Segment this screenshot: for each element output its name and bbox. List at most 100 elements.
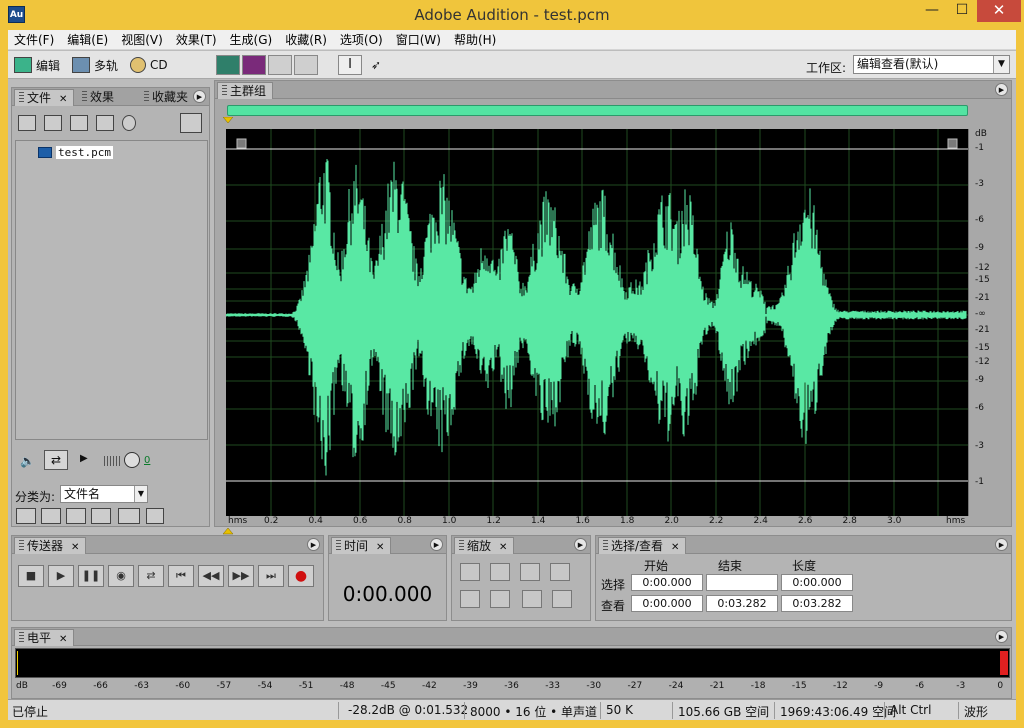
- spectral-phase-icon[interactable]: [294, 55, 318, 75]
- tab-effects[interactable]: 效果: [78, 89, 120, 106]
- zoom-in-vertical-icon[interactable]: [522, 590, 542, 608]
- spectral-display-icon[interactable]: [242, 55, 266, 75]
- loop-icon[interactable]: ⇄: [44, 450, 68, 470]
- zoom-out-horizontal-icon[interactable]: [490, 563, 510, 581]
- filter-extra-icon[interactable]: [146, 508, 164, 524]
- menu-view[interactable]: 视图(V): [121, 31, 163, 48]
- menu-favorites[interactable]: 收藏(R): [285, 31, 327, 48]
- zoom-selection-icon[interactable]: [550, 563, 570, 581]
- selection-start-field[interactable]: 0:00.000: [631, 574, 703, 591]
- close-icon[interactable]: ✕: [499, 542, 507, 553]
- filter-loop-icon[interactable]: [41, 508, 61, 524]
- volume-knob[interactable]: [124, 452, 140, 468]
- spectral-pan-icon[interactable]: [268, 55, 292, 75]
- fade-in-handle-icon[interactable]: [236, 138, 247, 149]
- panel-menu-icon[interactable]: ▶: [995, 538, 1008, 551]
- filter-midi-icon[interactable]: [91, 508, 111, 524]
- play-button[interactable]: ▶: [48, 565, 74, 587]
- close-button[interactable]: ✕: [977, 0, 1021, 22]
- speaker-icon[interactable]: 🔈: [20, 454, 35, 468]
- zoom-right-edge-icon[interactable]: [490, 590, 510, 608]
- filter-options-icon[interactable]: [118, 508, 140, 524]
- files-list: test.pcm: [15, 140, 208, 440]
- record-button[interactable]: ●: [288, 565, 314, 587]
- view-end-field[interactable]: 0:03.282: [706, 595, 778, 612]
- close-icon[interactable]: ✕: [59, 634, 67, 645]
- tab-time[interactable]: 时间 ✕: [331, 537, 392, 554]
- panel-menu-icon[interactable]: ▶: [995, 83, 1008, 96]
- zoom-out-vertical-icon[interactable]: [552, 590, 572, 608]
- close-icon[interactable]: ✕: [71, 542, 79, 553]
- go-to-end-button[interactable]: ⏭: [258, 565, 284, 587]
- insert-multitrack-icon[interactable]: [70, 115, 88, 131]
- list-item[interactable]: test.pcm: [38, 146, 113, 159]
- close-file-icon[interactable]: [44, 115, 62, 131]
- tab-main-group[interactable]: 主群组: [217, 82, 274, 99]
- show-options-icon[interactable]: [180, 113, 202, 133]
- panel-menu-icon[interactable]: ▶: [995, 630, 1008, 643]
- sort-select[interactable]: 文件名 ▼: [60, 485, 148, 503]
- tab-effects-label: 效果: [90, 90, 115, 104]
- tab-transport[interactable]: 传送器 ✕: [14, 537, 87, 554]
- edit-file-icon[interactable]: [122, 115, 136, 131]
- menu-file[interactable]: 文件(F): [14, 31, 54, 48]
- loop-play-button[interactable]: ⇄: [138, 565, 164, 587]
- stop-button[interactable]: ■: [18, 565, 44, 587]
- edit-view-button[interactable]: 编辑: [14, 57, 60, 74]
- clip-indicator[interactable]: [1000, 651, 1008, 675]
- zoom-in-horizontal-icon[interactable]: [460, 563, 480, 581]
- pause-button[interactable]: ❚❚: [78, 565, 104, 587]
- menu-help[interactable]: 帮助(H): [454, 31, 496, 48]
- panel-menu-icon[interactable]: ▶: [307, 538, 320, 551]
- menu-generate[interactable]: 生成(G): [230, 31, 273, 48]
- waveform-icon: [14, 57, 32, 73]
- time-selection-tool-icon[interactable]: I: [338, 55, 362, 75]
- tab-files[interactable]: 文件 ✕: [14, 89, 75, 106]
- level-left-marker: [17, 651, 18, 675]
- panel-menu-icon[interactable]: ▶: [574, 538, 587, 551]
- rewind-button[interactable]: ◀◀: [198, 565, 224, 587]
- selection-end-field[interactable]: [706, 574, 778, 591]
- fade-out-handle-icon[interactable]: [947, 138, 958, 149]
- menu-options[interactable]: 选项(O): [340, 31, 383, 48]
- workspace-select[interactable]: 编辑查看(默认) ▼: [853, 55, 1010, 74]
- zoom-tabs: 缩放 ✕ ▶: [452, 536, 590, 554]
- menu-effects[interactable]: 效果(T): [176, 31, 217, 48]
- waveform-display-icon[interactable]: [216, 55, 240, 75]
- view-length-field[interactable]: 0:03.282: [781, 595, 853, 612]
- tab-zoom[interactable]: 缩放 ✕: [454, 537, 515, 554]
- panel-menu-icon[interactable]: ▶: [193, 90, 206, 103]
- tab-favorites[interactable]: 收藏夹: [140, 89, 194, 106]
- zoom-full-icon[interactable]: [520, 563, 540, 581]
- db-tick-label: -12: [975, 263, 990, 273]
- menu-window[interactable]: 窗口(W): [396, 31, 441, 48]
- level-scale-label: -33: [545, 681, 560, 691]
- fast-forward-button[interactable]: ▶▶: [228, 565, 254, 587]
- insert-cd-icon[interactable]: [96, 115, 114, 131]
- filter-video-icon[interactable]: [66, 508, 86, 524]
- view-start-field[interactable]: 0:00.000: [631, 595, 703, 612]
- tab-selection-view[interactable]: 选择/查看 ✕: [598, 537, 687, 554]
- close-icon[interactable]: ✕: [59, 94, 67, 105]
- cd-view-button[interactable]: CD: [130, 57, 168, 73]
- close-icon[interactable]: ✕: [671, 542, 679, 553]
- overview-bar[interactable]: [227, 105, 968, 116]
- maximize-button[interactable]: ☐: [947, 0, 977, 22]
- marquee-tool-icon[interactable]: ➶: [364, 55, 388, 75]
- waveform-display[interactable]: [226, 129, 969, 516]
- zoom-left-edge-icon[interactable]: [460, 590, 480, 608]
- menu-edit[interactable]: 编辑(E): [67, 31, 108, 48]
- open-file-icon[interactable]: [18, 115, 36, 131]
- minimize-button[interactable]: —: [917, 0, 947, 22]
- selection-length-field[interactable]: 0:00.000: [781, 574, 853, 591]
- start-marker-icon[interactable]: [223, 117, 235, 125]
- multitrack-view-button[interactable]: 多轨: [72, 57, 118, 74]
- tab-levels[interactable]: 电平 ✕: [14, 629, 75, 646]
- close-icon[interactable]: ✕: [376, 542, 384, 553]
- play-preview-icon[interactable]: ▶: [80, 453, 88, 464]
- tab-selection-view-label: 选择/查看: [611, 539, 664, 553]
- panel-menu-icon[interactable]: ▶: [430, 538, 443, 551]
- play-to-end-button[interactable]: ◉: [108, 565, 134, 587]
- go-to-start-button[interactable]: ⏮: [168, 565, 194, 587]
- filter-waveform-icon[interactable]: [16, 508, 36, 524]
